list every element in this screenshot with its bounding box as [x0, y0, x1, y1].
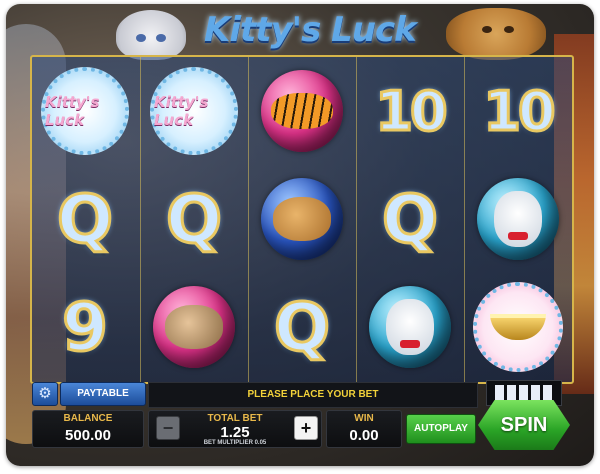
kitten-eye — [156, 34, 166, 42]
paylines-grid-graphic — [495, 385, 553, 401]
paytable-button[interactable]: PAYTABLE — [60, 382, 146, 406]
reel-4: 10 Q — [356, 57, 463, 382]
lion-cub-orb-symbol — [261, 178, 343, 260]
ten-symbol: 10 — [482, 78, 557, 144]
gear-icon[interactable]: ⚙ — [32, 382, 58, 406]
red-bow — [400, 340, 420, 349]
lion-eye — [482, 26, 492, 33]
nine-symbol: 9 — [61, 287, 110, 367]
symbol-cell: Kitty's Luck — [141, 57, 247, 165]
symbol-cell: Q — [357, 165, 463, 273]
reel-area: Kitty's Luck Q 9 Kitty's Luck Q Q 10 Q 1… — [30, 55, 574, 384]
win-panel: WIN 0.00 — [326, 410, 402, 448]
status-message: PLEASE PLACE YOUR BET — [148, 382, 478, 408]
reel-3: Q — [248, 57, 355, 382]
q-symbol: Q — [164, 179, 223, 259]
bet-multiplier-text: BET MULTIPLIER 0.05 — [203, 440, 267, 446]
pink-kitten-orb-symbol — [153, 286, 235, 368]
red-bow — [508, 232, 528, 241]
white-kitty-orb-symbol — [477, 178, 559, 260]
ten-symbol: 10 — [374, 78, 449, 144]
win-label: WIN — [354, 413, 374, 424]
lion-cub-figure — [273, 197, 331, 241]
symbol-cell — [249, 57, 355, 165]
symbol-cell — [357, 273, 463, 381]
q-symbol: Q — [272, 287, 331, 367]
increase-bet-button[interactable]: + — [294, 416, 318, 440]
white-kitty-orb-symbol — [369, 286, 451, 368]
tiger-orb-symbol — [261, 70, 343, 152]
q-symbol: Q — [55, 179, 114, 259]
kitten-figure — [165, 305, 223, 349]
symbol-cell — [249, 165, 355, 273]
symbol-cell: 10 — [357, 57, 463, 165]
spin-button[interactable]: SPIN — [478, 400, 570, 450]
win-value: 0.00 — [349, 427, 379, 444]
symbol-cell: Kitty's Luck — [32, 57, 138, 165]
symbol-cell: Q — [141, 165, 247, 273]
golden-bowl-symbol — [473, 282, 563, 372]
autoplay-button[interactable]: AUTOPLAY — [406, 414, 476, 444]
lion-eye — [504, 26, 514, 33]
q-symbol: Q — [380, 179, 439, 259]
lion-cub-mascot — [446, 8, 546, 60]
symbol-cell: 9 — [32, 273, 138, 381]
symbol-cell: 10 — [465, 57, 571, 165]
symbol-cell — [465, 273, 571, 381]
reel-1: Kitty's Luck Q 9 — [32, 57, 138, 382]
kitten-eye — [136, 34, 146, 42]
decrease-bet-button[interactable]: − — [156, 416, 180, 440]
kittys-luck-logo-symbol: Kitty's Luck — [150, 67, 238, 155]
game-title-logo: Kitty's Luck — [204, 10, 417, 50]
balance-panel: BALANCE 500.00 — [32, 410, 144, 448]
logo-symbol-text: Kitty's Luck — [154, 93, 209, 129]
balance-value: 500.00 — [65, 427, 111, 444]
reel-2: Kitty's Luck Q — [140, 57, 247, 382]
logo-symbol-text: Kitty's Luck — [45, 93, 100, 129]
symbol-cell — [465, 165, 571, 273]
white-kitten-mascot — [116, 10, 186, 60]
symbol-cell — [141, 273, 247, 381]
reel-5: 10 — [464, 57, 571, 382]
balance-label: BALANCE — [63, 413, 113, 424]
kittys-luck-logo-symbol: Kitty's Luck — [41, 67, 129, 155]
tiger-figure — [271, 93, 333, 129]
golden-bowl-figure — [490, 314, 546, 340]
symbol-cell: Q — [32, 165, 138, 273]
symbol-cell: Q — [249, 273, 355, 381]
